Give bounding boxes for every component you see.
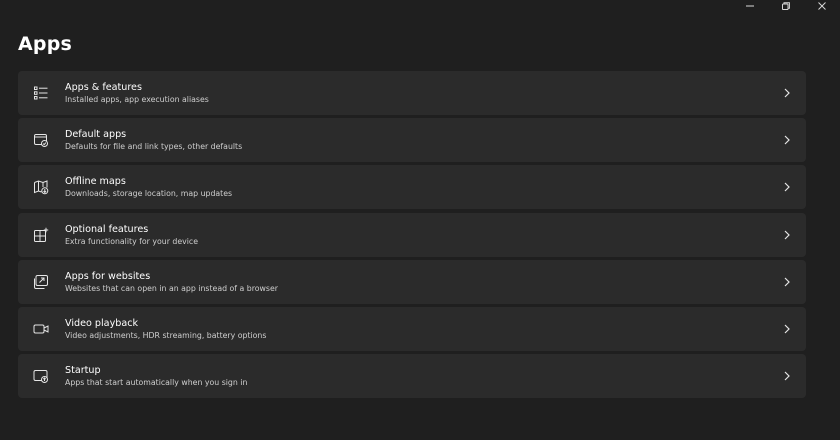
title-bar: [732, 0, 840, 12]
chevron-right-icon: [783, 135, 791, 145]
chevron-right-icon: [783, 88, 791, 98]
list-icon: [33, 85, 49, 101]
startup-icon: [33, 368, 49, 384]
chevron-right-icon: [783, 371, 791, 381]
setting-label: Apps for websites: [65, 270, 151, 282]
setting-startup[interactable]: Startup Apps that start automatically wh…: [18, 354, 806, 399]
setting-apps-for-websites[interactable]: Apps for websites Websites that can open…: [18, 259, 806, 304]
close-icon: [818, 2, 826, 10]
setting-description: Apps that start automatically when you s…: [65, 378, 248, 388]
minimize-button[interactable]: [732, 0, 768, 12]
setting-description: Video adjustments, HDR streaming, batter…: [65, 330, 267, 340]
setting-label: Default apps: [65, 129, 127, 141]
setting-offline-maps[interactable]: Offline maps Downloads, storage location…: [18, 165, 806, 210]
setting-description: Downloads, storage location, map updates: [65, 189, 233, 199]
setting-description: Extra functionality for your device: [65, 236, 198, 246]
setting-label: Startup: [65, 365, 101, 377]
minimize-icon: [746, 5, 754, 7]
open-in-app-icon: [33, 274, 49, 290]
restore-icon: [782, 2, 790, 10]
setting-description: Websites that can open in an app instead…: [65, 283, 278, 293]
setting-apps-and-features[interactable]: Apps & features Installed apps, app exec…: [18, 71, 806, 115]
setting-optional-features[interactable]: Optional features Extra functionality fo…: [18, 212, 806, 257]
page-title: Apps: [18, 33, 73, 55]
setting-label: Offline maps: [65, 176, 126, 188]
setting-label: Apps & features: [65, 82, 142, 93]
settings-list: Apps & features Installed apps, app exec…: [18, 71, 806, 401]
setting-description: Defaults for file and link types, other …: [65, 142, 243, 152]
map-download-icon: [33, 179, 49, 195]
setting-default-apps[interactable]: Default apps Defaults for file and link …: [18, 118, 806, 163]
setting-label: Optional features: [65, 223, 149, 235]
video-icon: [33, 321, 49, 337]
grid-add-icon: [33, 227, 49, 243]
default-apps-icon: [33, 132, 49, 148]
chevron-right-icon: [783, 324, 791, 334]
setting-video-playback[interactable]: Video playback Video adjustments, HDR st…: [18, 306, 806, 351]
setting-description: Installed apps, app execution aliases: [65, 95, 209, 104]
chevron-right-icon: [783, 277, 791, 287]
setting-label: Video playback: [65, 317, 139, 329]
close-button[interactable]: [804, 0, 840, 12]
chevron-right-icon: [783, 230, 791, 240]
maximize-button[interactable]: [768, 0, 804, 12]
chevron-right-icon: [783, 182, 791, 192]
